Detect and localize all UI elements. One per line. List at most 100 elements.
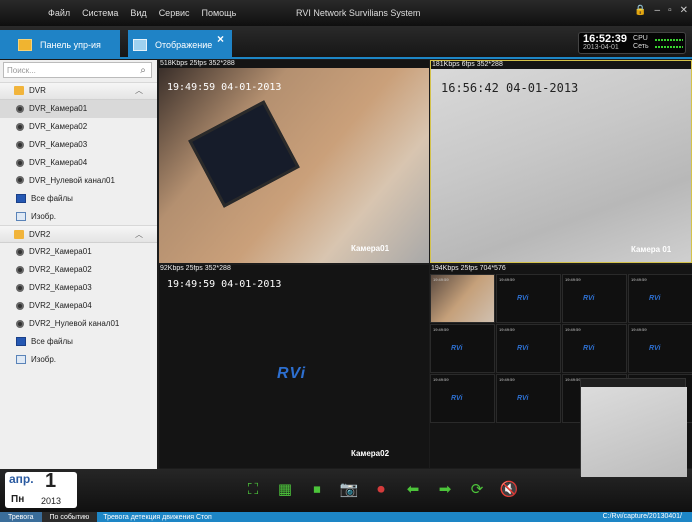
tree-item-camera[interactable]: DVR_Камера03 [0, 136, 157, 154]
group-dvr[interactable]: DVR ︿ [0, 82, 157, 100]
video-frame: 16:56:42 04-01-2013 Камера 01 [431, 69, 691, 262]
tree-item-label: DVR2_Камера03 [29, 283, 92, 293]
clock-widget: 16:52:39 2013-04-01 CPU Сеть [578, 32, 686, 54]
mini-view: 19:49:59RVi [496, 274, 561, 323]
cpu-label: CPU [633, 35, 648, 42]
menu-system[interactable]: Система [82, 8, 118, 18]
status-bar: Тревога По событию Тревога детекция движ… [0, 512, 692, 522]
camera-label: Камера01 [351, 244, 390, 253]
video-frame: 19:49:59 04-01-2013 Камера01 [159, 68, 429, 263]
snapshot-preview[interactable] [580, 378, 687, 477]
net-label: Сеть [633, 43, 649, 50]
tree-item-files[interactable]: Все файлы [0, 189, 157, 207]
control-panel-icon [18, 38, 32, 51]
camera-icon [16, 176, 24, 185]
layout-icon[interactable]: ▦ [275, 479, 295, 499]
date-day: 1 [45, 470, 57, 492]
camera-icon [16, 301, 24, 310]
video-timestamp: 19:49:59 04-01-2013 [167, 279, 282, 290]
search-placeholder: Поиск... [7, 65, 36, 75]
menu-view[interactable]: Вид [130, 8, 146, 18]
camera-icon [16, 158, 24, 167]
camera-label: Камера 01 [631, 245, 672, 254]
group-label: DVR2 [29, 229, 51, 239]
tab-display-label: Отображение [155, 39, 213, 50]
camera-icon [16, 140, 24, 149]
chevron-up-icon[interactable]: ︿ [135, 229, 143, 240]
mute-icon[interactable]: 🔇 [499, 479, 519, 499]
arrow-right-icon[interactable]: ➡ [435, 479, 455, 499]
tree-item-camera[interactable]: DVR_Нулевой канал01 [0, 171, 157, 189]
search-input[interactable]: Поиск... ⌕ [3, 62, 152, 78]
camera-icon [16, 265, 24, 274]
video-timestamp: 19:49:59 04-01-2013 [167, 82, 282, 93]
tab-control-panel-label: Панель упр-ия [40, 39, 101, 50]
tree-item-images[interactable]: Изобр. [0, 207, 157, 225]
device-tree-panel: Поиск... ⌕ DVR ︿ DVR_Камера01 DVR_Камера… [0, 60, 157, 469]
date-month: апр. [9, 472, 34, 486]
date-weekday: Пн [11, 494, 25, 505]
tree-item-label: Все файлы [31, 193, 73, 203]
chevron-up-icon[interactable]: ︿ [135, 85, 143, 96]
rvi-logo: RVi [277, 365, 307, 382]
window-controls: 🔒 – ▫ ✕ [634, 5, 688, 16]
tab-close-icon[interactable]: × [217, 32, 224, 46]
stop-icon[interactable]: ⏹ [307, 479, 327, 499]
tree-item-camera[interactable]: DVR2_Камера04 [0, 297, 157, 315]
close-icon[interactable]: ✕ [680, 5, 688, 16]
tree-item-images[interactable]: Изобр. [0, 350, 157, 368]
video-pane-1[interactable]: 19:49:59 04-01-2013 Камера01 518Kbps 25f… [159, 60, 429, 263]
arrow-left-icon[interactable]: ⬅ [403, 479, 423, 499]
tab-control-panel[interactable]: Панель упр-ия [0, 30, 120, 59]
stream-info: 194Kbps 25fps 704*576 [431, 265, 506, 272]
lock-icon[interactable]: 🔒 [634, 5, 646, 16]
video-pane-3[interactable]: 92Kbps 25fps 352*288 19:49:59 04-01-2013… [159, 265, 429, 468]
tree-item-camera[interactable]: DVR2_Нулевой канал01 [0, 315, 157, 333]
refresh-icon[interactable]: ⟳ [467, 479, 487, 499]
camera-icon [16, 247, 24, 256]
tab-bar: Панель упр-ия Отображение × 16:52:39 201… [0, 26, 692, 59]
cpu-meter [654, 38, 683, 41]
files-icon [16, 193, 26, 203]
tree-item-camera[interactable]: DVR_Камера02 [0, 118, 157, 136]
minimize-icon[interactable]: – [655, 5, 661, 16]
tree-item-camera[interactable]: DVR_Камера01 [0, 99, 157, 118]
video-pane-2[interactable]: 16:56:42 04-01-2013 Камера 01 181Kbps 6f… [430, 60, 692, 263]
title-bar: Файл Система Вид Сервис Помощь RVI Netwo… [0, 0, 692, 26]
menu-help[interactable]: Помощь [202, 8, 237, 18]
event-button[interactable]: По событию [41, 512, 98, 522]
group-dvr2[interactable]: DVR2 ︿ [0, 225, 157, 244]
mini-view: 19:49:59RVi [562, 324, 627, 373]
camera-icon [16, 122, 24, 131]
clock-date: 2013-04-01 [583, 44, 619, 51]
tab-display[interactable]: Отображение × [128, 30, 232, 59]
tree-item-camera[interactable]: DVR2_Камера02 [0, 261, 157, 279]
alarm-message: Тревога детекция движения Стоп [103, 513, 212, 521]
image-icon [16, 211, 26, 221]
scene-object [188, 100, 300, 208]
mini-view: 19:49:59RVi [628, 274, 692, 323]
menu-service[interactable]: Сервис [159, 8, 190, 18]
tree-item-label: Все файлы [31, 336, 73, 346]
tree-item-label: DVR2_Камера01 [29, 247, 92, 257]
camera-snapshot-icon[interactable]: 📷 [339, 479, 359, 499]
tree-item-label: Изобр. [31, 354, 57, 364]
tree-item-label: Изобр. [31, 211, 57, 221]
clock-time: 16:52:39 [583, 33, 628, 45]
tree-item-files[interactable]: Все файлы [0, 332, 157, 350]
tree-item-camera[interactable]: DVR2_Камера01 [0, 243, 157, 261]
tree-item-camera[interactable]: DVR_Камера04 [0, 154, 157, 172]
tree-item-label: DVR_Камера02 [29, 122, 88, 132]
camera-icon [16, 319, 24, 328]
app-title: RVI Network Survilians System [296, 8, 421, 18]
fullscreen-icon[interactable]: ⛶ [243, 479, 263, 499]
alarm-button[interactable]: Тревога [0, 512, 42, 522]
record-icon[interactable]: ⏺ [371, 479, 391, 499]
menu-file[interactable]: Файл [48, 8, 70, 18]
maximize-icon[interactable]: ▫ [668, 5, 672, 16]
menu-bar: Файл Система Вид Сервис Помощь [48, 8, 236, 18]
tree-item-label: DVR2_Нулевой канал01 [29, 319, 120, 329]
search-icon[interactable]: ⌕ [135, 63, 151, 77]
tree-item-label: DVR_Камера03 [29, 140, 88, 150]
tree-item-camera[interactable]: DVR2_Камера03 [0, 279, 157, 297]
